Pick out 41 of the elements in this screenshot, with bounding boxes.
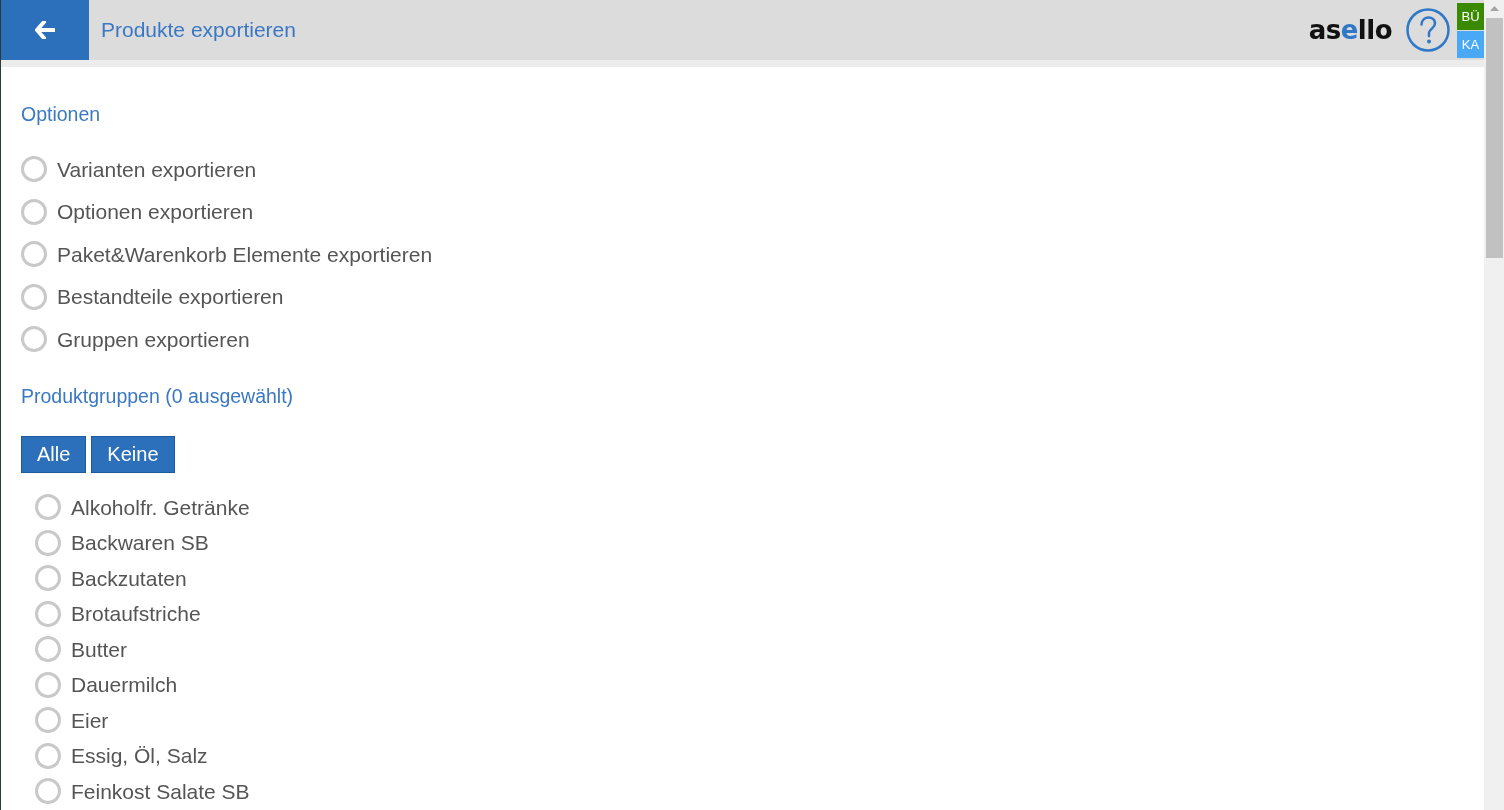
user-initials-tag[interactable]: BÜ [1457, 3, 1484, 30]
back-arrow-icon [35, 21, 55, 39]
logo: asello [1308, 17, 1392, 43]
scroll-up-icon[interactable] [1489, 6, 1499, 11]
option-label[interactable]: Butter [71, 633, 128, 665]
option-label[interactable]: Brotaufstriche [71, 598, 201, 630]
option-label[interactable]: Essig, Öl, Salz [71, 740, 208, 772]
radio-button[interactable] [35, 671, 61, 698]
radio-button[interactable] [35, 636, 61, 663]
option-label[interactable]: Backzutaten [71, 562, 187, 594]
radio-button[interactable] [35, 494, 61, 521]
radio-button[interactable] [21, 241, 47, 268]
select-button[interactable]: Keine [91, 435, 175, 473]
option-label[interactable]: Alkoholfr. Getränke [71, 491, 250, 523]
section-heading: Optionen [21, 102, 102, 126]
radio-button[interactable] [35, 529, 61, 556]
section-heading: Produktgruppen (0 ausgewählt) [21, 383, 295, 408]
option-label[interactable]: Paket&Warenkorb Elemente exportieren [57, 238, 433, 270]
option-label[interactable]: Bestandteile exportieren [57, 281, 284, 313]
option-label[interactable]: Varianten exportieren [57, 153, 257, 185]
option-label[interactable]: Dauermilch [71, 669, 178, 701]
option-label[interactable]: Eier [71, 704, 109, 736]
help-icon[interactable] [1406, 8, 1450, 52]
radio-button[interactable] [21, 326, 47, 353]
select-button[interactable]: Alle [21, 435, 87, 473]
option-label[interactable]: Optionen exportieren [57, 196, 254, 228]
radio-button[interactable] [35, 707, 61, 734]
radio-button[interactable] [21, 198, 47, 225]
radio-button[interactable] [21, 283, 47, 310]
option-label[interactable]: Feinkost Salate SB [71, 775, 250, 807]
radio-button[interactable] [35, 565, 61, 592]
option-label[interactable]: Gruppen exportieren [57, 323, 250, 355]
scrollbar-thumb[interactable] [1486, 18, 1503, 258]
page-title: Produkte exportieren [101, 17, 296, 44]
radio-button[interactable] [35, 600, 61, 627]
option-label[interactable]: Backwaren SB [71, 527, 209, 559]
radio-button[interactable] [21, 156, 47, 183]
radio-button[interactable] [35, 742, 61, 769]
back-button[interactable] [1, 0, 89, 60]
scrollbar[interactable] [1484, 0, 1504, 810]
radio-button[interactable] [35, 778, 61, 805]
